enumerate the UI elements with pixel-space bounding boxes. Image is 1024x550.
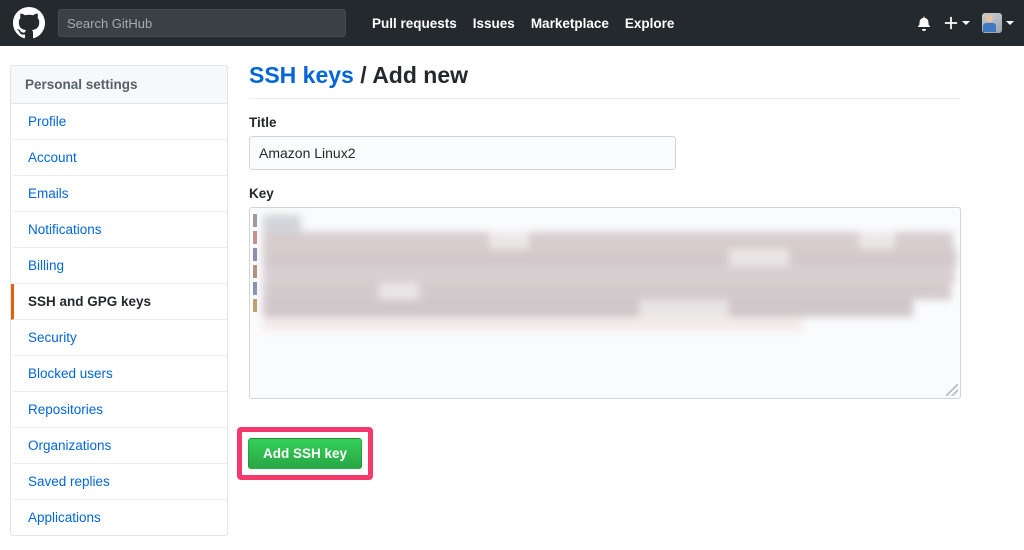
sidebar-item-saved-replies[interactable]: Saved replies [11,464,227,500]
user-menu[interactable] [982,13,1014,33]
textarea-resize-handle[interactable] [946,384,958,396]
sidebar-item-organizations[interactable]: Organizations [11,428,227,464]
sidebar-item-profile[interactable]: Profile [11,104,227,140]
nav-explore[interactable]: Explore [625,16,675,31]
title-input[interactable] [249,136,676,170]
nav-marketplace[interactable]: Marketplace [531,16,609,31]
key-field-label: Key [249,186,274,201]
chevron-down-icon [962,21,970,25]
search-input[interactable] [58,9,346,37]
breadcrumb-current: Add new [372,62,469,88]
sidebar-item-account[interactable]: Account [11,140,227,176]
avatar[interactable] [982,13,1002,33]
sidebar-item-blocked-users[interactable]: Blocked users [11,356,227,392]
sidebar-item-billing[interactable]: Billing [11,248,227,284]
header-actions [916,0,1014,46]
submit-area: Add SSH key [237,427,374,480]
bell-icon[interactable] [916,15,932,31]
nav-pull-requests[interactable]: Pull requests [372,16,457,31]
main-content: SSH keys / Add new Title Key [249,62,961,399]
plus-icon[interactable] [944,16,958,30]
page-title: SSH keys / Add new [249,62,961,99]
global-header: Pull requests Issues Marketplace Explore [0,0,1024,46]
sidebar-item-ssh-and-gpg-keys[interactable]: SSH and GPG keys [11,284,227,320]
settings-sidebar: Personal settings Profile Account Emails… [10,65,228,536]
redacted-key-content [259,213,957,333]
github-mark-icon[interactable] [12,6,46,40]
breadcrumb-ssh-keys-link[interactable]: SSH keys [249,62,354,88]
primary-nav: Pull requests Issues Marketplace Explore [372,16,674,31]
sidebar-item-security[interactable]: Security [11,320,227,356]
chevron-down-icon [1006,21,1014,25]
breadcrumb-separator: / [353,62,373,88]
sidebar-header: Personal settings [11,66,227,104]
key-textarea[interactable] [249,207,961,399]
sidebar-item-repositories[interactable]: Repositories [11,392,227,428]
create-new-menu[interactable] [944,16,970,30]
title-field-label: Title [249,115,277,130]
sidebar-item-applications[interactable]: Applications [11,500,227,535]
sidebar-item-notifications[interactable]: Notifications [11,212,227,248]
annotation-highlight-box: Add SSH key [237,427,374,480]
sidebar-item-emails[interactable]: Emails [11,176,227,212]
nav-issues[interactable]: Issues [473,16,515,31]
add-ssh-key-button[interactable]: Add SSH key [248,438,363,469]
